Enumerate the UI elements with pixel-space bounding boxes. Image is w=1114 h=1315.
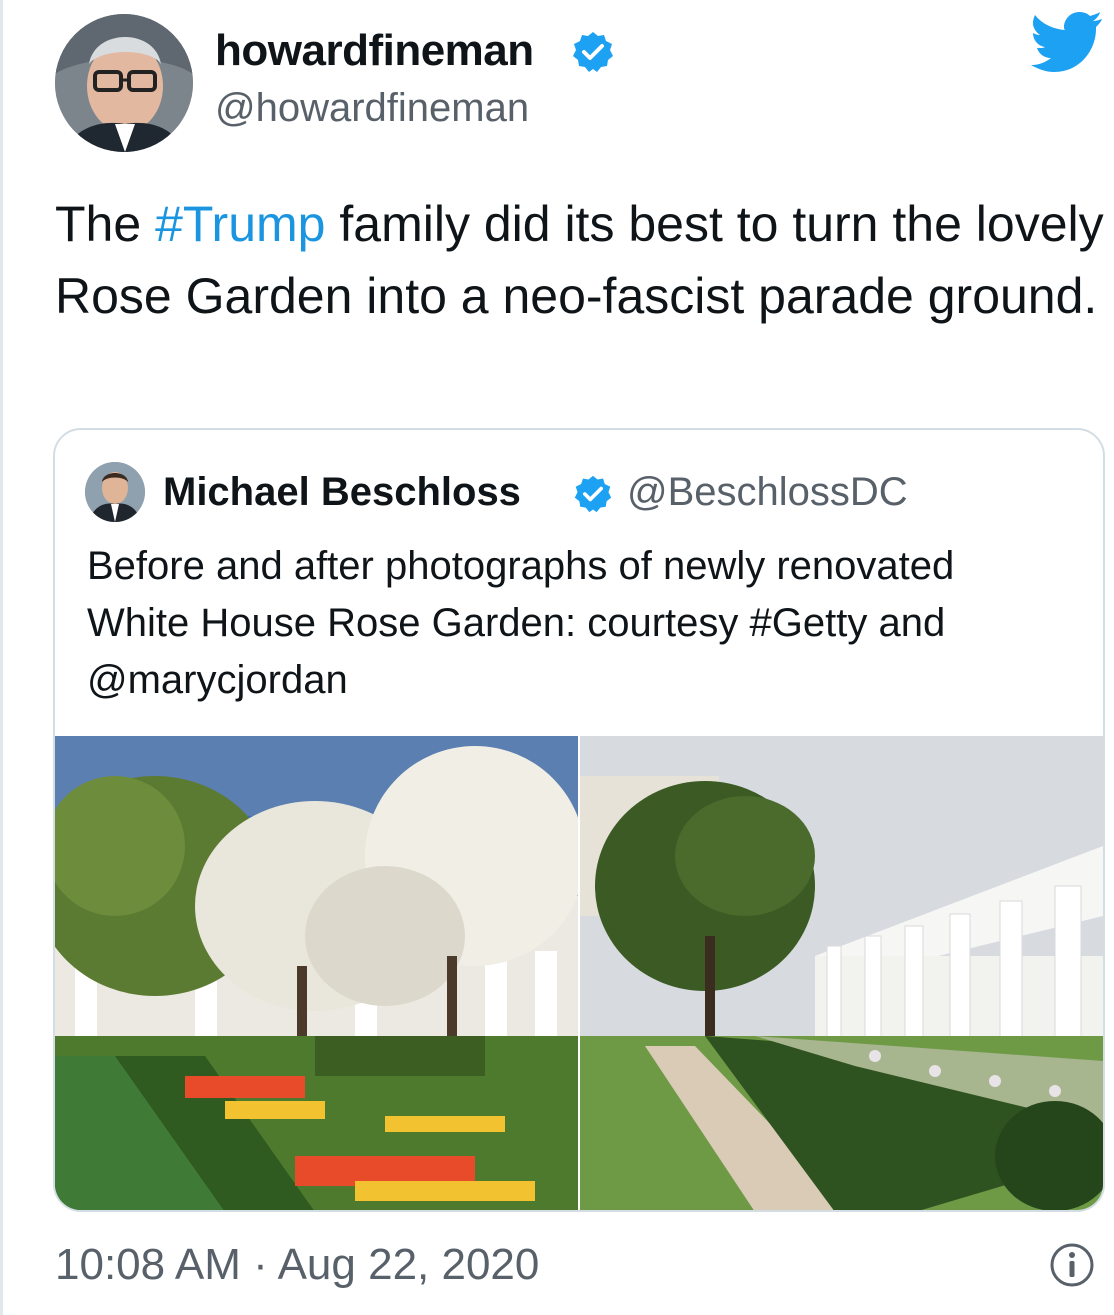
author-display-name[interactable]: howardfineman bbox=[215, 26, 534, 76]
verified-badge-icon bbox=[574, 475, 612, 513]
quoted-author-display-name[interactable]: Michael Beschloss bbox=[163, 470, 521, 515]
tweet-text: The #Trump family did its best to turn t… bbox=[55, 188, 1114, 332]
hashtag-link[interactable]: #Trump bbox=[155, 196, 325, 252]
author-handle[interactable]: @howardfineman bbox=[215, 86, 529, 131]
info-icon[interactable] bbox=[1049, 1242, 1095, 1288]
after-photo[interactable] bbox=[579, 736, 1103, 1212]
before-photo[interactable] bbox=[55, 736, 585, 1212]
twitter-bird-icon[interactable] bbox=[1031, 12, 1103, 72]
tweet-timestamp[interactable]: 10:08 AM · Aug 22, 2020 bbox=[55, 1240, 539, 1290]
author-avatar[interactable] bbox=[55, 14, 193, 152]
before-after-photos[interactable] bbox=[55, 736, 1103, 1212]
quoted-author-avatar[interactable] bbox=[85, 462, 145, 522]
quoted-author-handle[interactable]: @BeschlossDC bbox=[627, 470, 908, 515]
verified-badge-icon bbox=[573, 32, 613, 72]
tweet-card: howardfineman @howardfineman The #Trump … bbox=[0, 0, 1114, 1315]
quoted-tweet-text: Before and after photographs of newly re… bbox=[87, 544, 955, 702]
quoted-tweet[interactable]: Michael Beschloss @BeschlossDC Before an… bbox=[53, 428, 1105, 1212]
tweet-text-start: The bbox=[55, 196, 156, 252]
